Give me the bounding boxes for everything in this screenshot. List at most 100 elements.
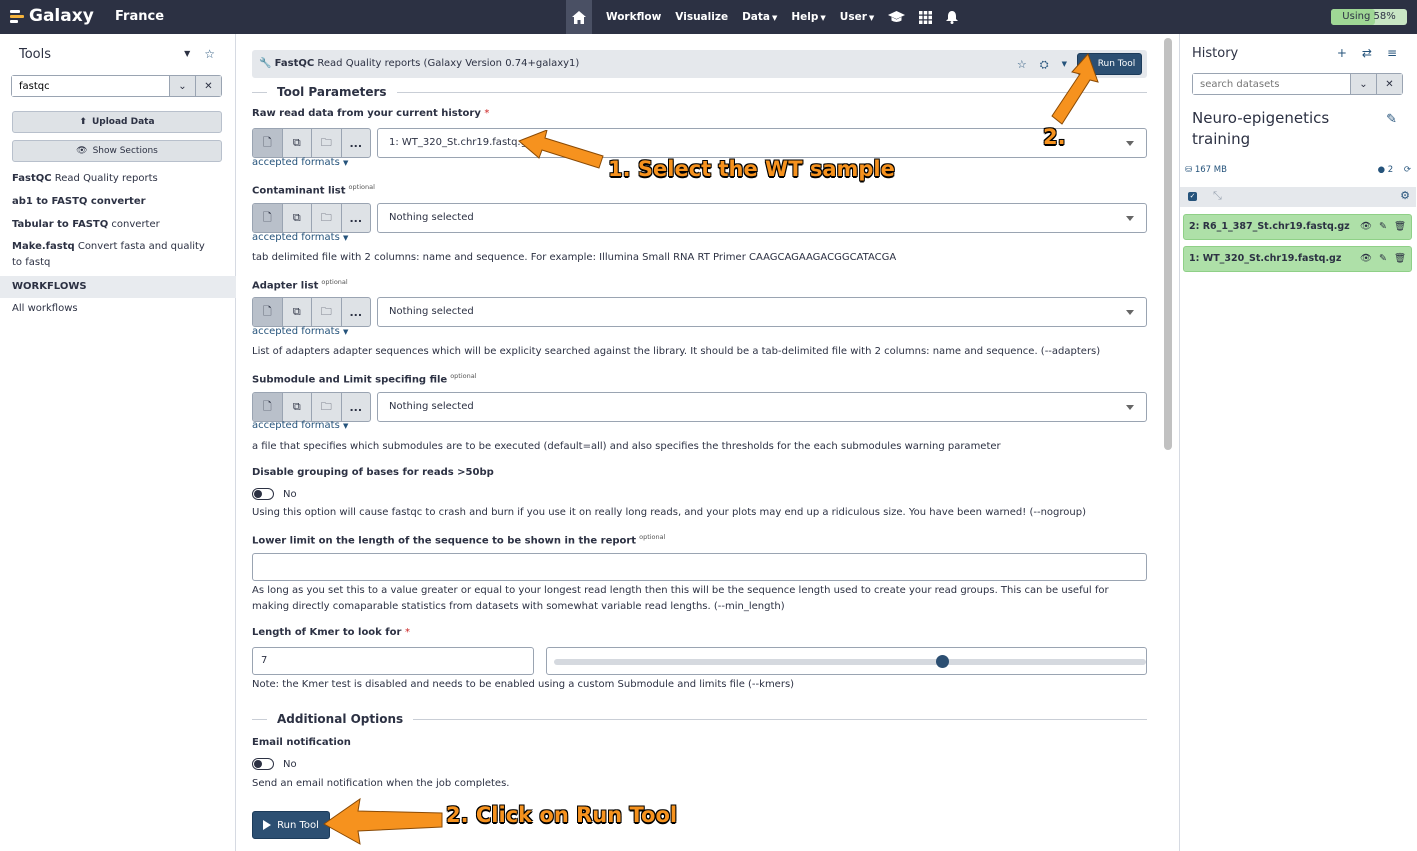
accepted-formats-link[interactable]: accepted formats ▼	[252, 326, 348, 337]
multiple-datasets-button[interactable]: ⧉	[283, 204, 312, 232]
nav-help[interactable]: Help ▼	[791, 11, 825, 23]
dataset-actions: 👁 ✎ 🗑	[1360, 247, 1406, 271]
select-all-checkbox[interactable]: ✓	[1188, 192, 1197, 201]
accepted-formats-link[interactable]: accepted formats ▼	[252, 232, 348, 243]
advanced-search-button[interactable]: ⌄	[169, 76, 195, 96]
tool-title-name: FastQC	[274, 58, 315, 69]
wrench-icon: 🔧	[259, 58, 272, 69]
star-icon[interactable]: ☆	[1017, 58, 1027, 72]
nav-help-label: Help	[791, 11, 819, 23]
kmer-slider[interactable]	[546, 647, 1147, 675]
nav-visualize[interactable]: Visualize	[675, 11, 728, 23]
center-scrollbar[interactable]	[1164, 38, 1172, 450]
nav-workflow[interactable]: Workflow	[606, 11, 661, 23]
all-workflows-link[interactable]: All workflows	[12, 301, 222, 317]
collection-button[interactable]: 🗀	[312, 298, 342, 326]
clear-search-button[interactable]: ✕	[1376, 74, 1402, 94]
pencil-icon[interactable]: ✎	[1379, 215, 1387, 239]
tool-link-fastqc[interactable]: FastQC Read Quality reports	[12, 171, 222, 187]
dataset-item[interactable]: 1: WT_320_St.chr19.fastq.gz 👁 ✎ 🗑	[1183, 246, 1412, 272]
multiple-datasets-button[interactable]: ⧉	[283, 393, 312, 421]
upload-data-button[interactable]: ⬆ Upload Data	[12, 111, 222, 133]
pencil-icon[interactable]: ✎	[1386, 112, 1397, 127]
browse-button[interactable]: ...	[342, 393, 371, 421]
caret-down-icon: ▼	[343, 159, 349, 167]
gear-icon[interactable]: ⚙	[1400, 189, 1410, 202]
raw-data-select[interactable]: 1: WT_320_St.chr19.fastq.gz	[377, 128, 1147, 158]
single-dataset-button[interactable]: 🗋	[253, 129, 283, 157]
history-meta: ⛁ 167 MB ● 2 ⟳	[1185, 165, 1411, 175]
kmer-label-text: Length of Kmer to look for	[252, 627, 402, 638]
browse-button[interactable]: ...	[342, 298, 371, 326]
collapse-icon[interactable]: ⤡	[1213, 189, 1222, 203]
advanced-search-button[interactable]: ⌄	[1350, 74, 1376, 94]
run-tool-button-top[interactable]: Run Tool	[1077, 53, 1142, 75]
accepted-formats-link[interactable]: accepted formats ▼	[252, 420, 348, 431]
collection-button[interactable]: 🗀	[312, 129, 342, 157]
quota-label: Using 58%	[1342, 11, 1396, 22]
clear-search-button[interactable]: ✕	[195, 76, 221, 96]
kmer-input[interactable]: 7	[252, 647, 534, 675]
divider	[413, 718, 1147, 720]
tool-link-tabular-to-fastq[interactable]: Tabular to FASTQ converter	[12, 217, 222, 233]
history-search-input[interactable]	[1193, 74, 1350, 94]
refresh-icon[interactable]: ⟳	[1404, 165, 1411, 175]
eye-icon[interactable]: 👁	[1360, 215, 1372, 239]
galaxy-brand[interactable]: Galaxy	[10, 6, 94, 26]
database-icon: ⛁	[1185, 165, 1193, 175]
caret-down-icon[interactable]: ▼	[1062, 60, 1067, 72]
tool-link-ab1-to-fastq[interactable]: ab1 to FASTQ converter	[12, 194, 222, 210]
trash-icon[interactable]: 🗑	[1394, 215, 1406, 239]
history-name[interactable]: Neuro-epigenetics training	[1192, 108, 1372, 150]
dataset-item[interactable]: 2: R6_1_387_St.chr19.fastq.gz 👁 ✎ 🗑	[1183, 214, 1412, 240]
nogroup-toggle[interactable]: No	[252, 488, 297, 500]
kmer-label: Length of Kmer to look for *	[252, 627, 410, 638]
favorites-star-icon[interactable]: ☆	[204, 47, 215, 61]
eye-icon[interactable]: 👁	[1360, 247, 1372, 271]
tool-desc: Read Quality reports	[51, 173, 158, 184]
submodule-select[interactable]: Nothing selected	[377, 392, 1147, 422]
minlen-input[interactable]	[252, 553, 1147, 581]
accepted-formats-link[interactable]: accepted formats ▼	[252, 157, 348, 168]
dataset-title: 1: WT_320_St.chr19.fastq.gz	[1189, 253, 1342, 264]
workflows-heading: WORKFLOWS	[0, 276, 236, 298]
grid-apps-icon[interactable]	[919, 10, 933, 24]
single-dataset-button[interactable]: 🗋	[253, 298, 283, 326]
nav-data[interactable]: Data ▼	[742, 11, 777, 23]
trash-icon[interactable]: 🗑	[1394, 247, 1406, 271]
contaminant-select[interactable]: Nothing selected	[377, 203, 1147, 233]
show-sections-button[interactable]: 👁 Show Sections	[12, 140, 222, 162]
nav-user[interactable]: User ▼	[840, 11, 874, 23]
folder-icon: 🗀	[320, 210, 332, 224]
adapter-select[interactable]: Nothing selected	[377, 297, 1147, 327]
browse-button[interactable]: ...	[342, 204, 371, 232]
bell-icon[interactable]	[946, 10, 959, 24]
graduation-cap-icon[interactable]	[888, 11, 906, 23]
multiple-datasets-button[interactable]: ⧉	[283, 298, 312, 326]
collection-button[interactable]: 🗀	[312, 393, 342, 421]
plus-icon[interactable]: +	[1337, 46, 1347, 60]
browse-button[interactable]: ...	[342, 129, 371, 157]
toggle-label: No	[283, 758, 297, 770]
history-panel: History + ⇄ ≡ ⌄ ✕ Neuro-epigenetics trai…	[1179, 34, 1417, 851]
email-toggle[interactable]: No	[252, 758, 297, 770]
pencil-icon[interactable]: ✎	[1379, 247, 1387, 271]
tool-search-input[interactable]	[12, 76, 169, 96]
slider-handle[interactable]	[936, 655, 950, 668]
switch-history-icon[interactable]: ⇄	[1362, 46, 1372, 60]
cubes-icon[interactable]: ⛭	[1040, 58, 1049, 72]
quota-meter[interactable]: Using 58%	[1331, 9, 1407, 25]
collection-button[interactable]: 🗀	[312, 204, 342, 232]
run-tool-button[interactable]: Run Tool	[252, 811, 330, 839]
caret-down-icon[interactable]: ▼	[184, 49, 190, 61]
optional-tag: optional	[450, 372, 477, 380]
menu-bars-icon[interactable]: ≡	[1387, 46, 1397, 60]
single-dataset-button[interactable]: 🗋	[253, 204, 283, 232]
kmer-help: Note: the Kmer test is disabled and need…	[252, 679, 795, 690]
tool-name: Make.fastq	[12, 241, 75, 252]
tool-link-make-fastq[interactable]: Make.fastq Convert fasta and quality to …	[12, 239, 212, 271]
eye-icon: 👁	[76, 146, 88, 156]
multiple-datasets-button[interactable]: ⧉	[283, 129, 312, 157]
home-button[interactable]	[566, 0, 592, 34]
single-dataset-button[interactable]: 🗋	[253, 393, 283, 421]
